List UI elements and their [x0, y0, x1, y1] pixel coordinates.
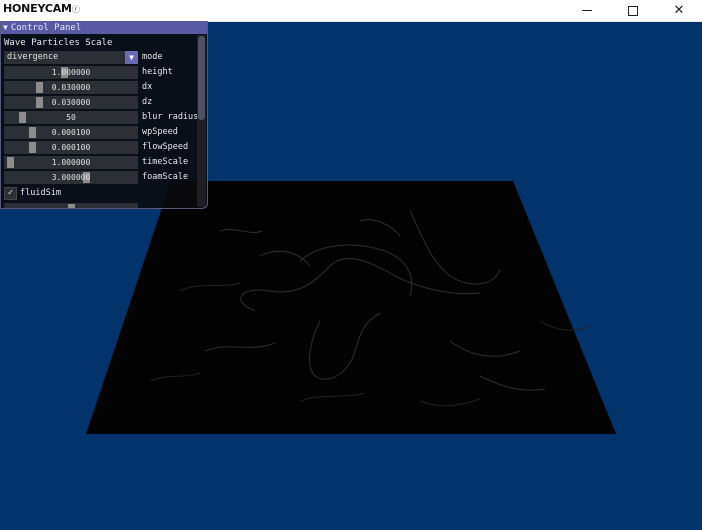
flowspeed-label: flowSpeed [142, 142, 189, 152]
wpspeed-slider[interactable]: 0.000100 [4, 126, 138, 139]
control-panel-title-text: Control Panel [10, 23, 82, 33]
slider-grab[interactable] [68, 204, 75, 208]
blur-radius-label: blur radius [142, 112, 199, 122]
dz-label: dz [142, 97, 153, 107]
foamscale-label: foamScale [142, 172, 189, 182]
trademark-mark: ⓡ [71, 5, 80, 14]
control-panel[interactable]: ▼ Control Panel Wave Particles Scale dive… [0, 21, 208, 209]
minimize-icon [582, 10, 592, 11]
mode-dropdown-value: divergence [7, 52, 59, 62]
timescale-value: 1.000000 [51, 158, 91, 167]
mode-label: mode [142, 52, 163, 62]
maximize-button[interactable] [610, 0, 656, 21]
fluidsim-label: fluidSim [20, 188, 61, 198]
mode-row: divergence ▼ mode [4, 51, 204, 64]
dx-label: dx [142, 82, 153, 92]
foamscale-value: 3.000000 [51, 173, 91, 182]
partial-slider[interactable] [4, 203, 138, 208]
flowspeed-value: 0.000100 [51, 143, 91, 152]
height-slider[interactable]: 1.000000 [4, 66, 138, 79]
checkmark-icon: ✓ [7, 188, 14, 198]
water-plane [86, 181, 616, 434]
slider-row-wpspeed: 0.000100 wpSpeed [4, 126, 204, 139]
slider-row-partial [4, 203, 204, 208]
blur-radius-value: 50 [66, 113, 76, 122]
app-title: HONEYCAMⓡ [3, 2, 80, 15]
panel-scrollbar[interactable] [197, 35, 206, 207]
foamscale-slider[interactable]: 3.000000 [4, 171, 138, 184]
mode-dropdown[interactable]: divergence ▼ [4, 51, 138, 64]
slider-row-dz: 0.030000 dz [4, 96, 204, 109]
close-button[interactable]: ✕ [656, 0, 702, 21]
scrollbar-thumb[interactable] [198, 36, 205, 120]
fluidsim-row: ✓ fluidSim [4, 187, 204, 200]
timescale-slider[interactable]: 1.000000 [4, 156, 138, 169]
slider-row-height: 1.000000 height [4, 66, 204, 79]
window-titlebar: HONEYCAMⓡ ✕ [0, 0, 702, 22]
close-icon: ✕ [673, 3, 685, 18]
blur-radius-slider[interactable]: 50 [4, 111, 138, 124]
section-heading: Wave Particles Scale [4, 38, 113, 48]
dropdown-arrow-icon[interactable]: ▼ [125, 51, 138, 64]
dx-slider[interactable]: 0.030000 [4, 81, 138, 94]
wpspeed-label: wpSpeed [142, 127, 178, 137]
control-panel-title[interactable]: ▼ Control Panel [1, 21, 207, 34]
slider-row-foamscale: 3.000000 foamScale [4, 171, 204, 184]
timescale-label: timeScale [142, 157, 189, 167]
slider-row-dx: 0.030000 dx [4, 81, 204, 94]
height-value: 1.000000 [51, 68, 91, 77]
minimize-button[interactable] [564, 0, 610, 21]
dz-value: 0.030000 [51, 98, 91, 107]
dx-value: 0.030000 [51, 83, 91, 92]
maximize-icon [628, 5, 638, 16]
slider-row-flowspeed: 0.000100 flowSpeed [4, 141, 204, 154]
collapse-icon[interactable]: ▼ [3, 23, 8, 32]
flowspeed-slider[interactable]: 0.000100 [4, 141, 138, 154]
wpspeed-value: 0.000100 [51, 128, 91, 137]
height-label: height [142, 67, 173, 77]
fluidsim-checkbox[interactable]: ✓ [4, 187, 17, 200]
slider-row-timescale: 1.000000 timeScale [4, 156, 204, 169]
slider-row-blur-radius: 50 blur radius [4, 111, 204, 124]
dz-slider[interactable]: 0.030000 [4, 96, 138, 109]
app-title-text: HONEYCAM [3, 2, 72, 15]
